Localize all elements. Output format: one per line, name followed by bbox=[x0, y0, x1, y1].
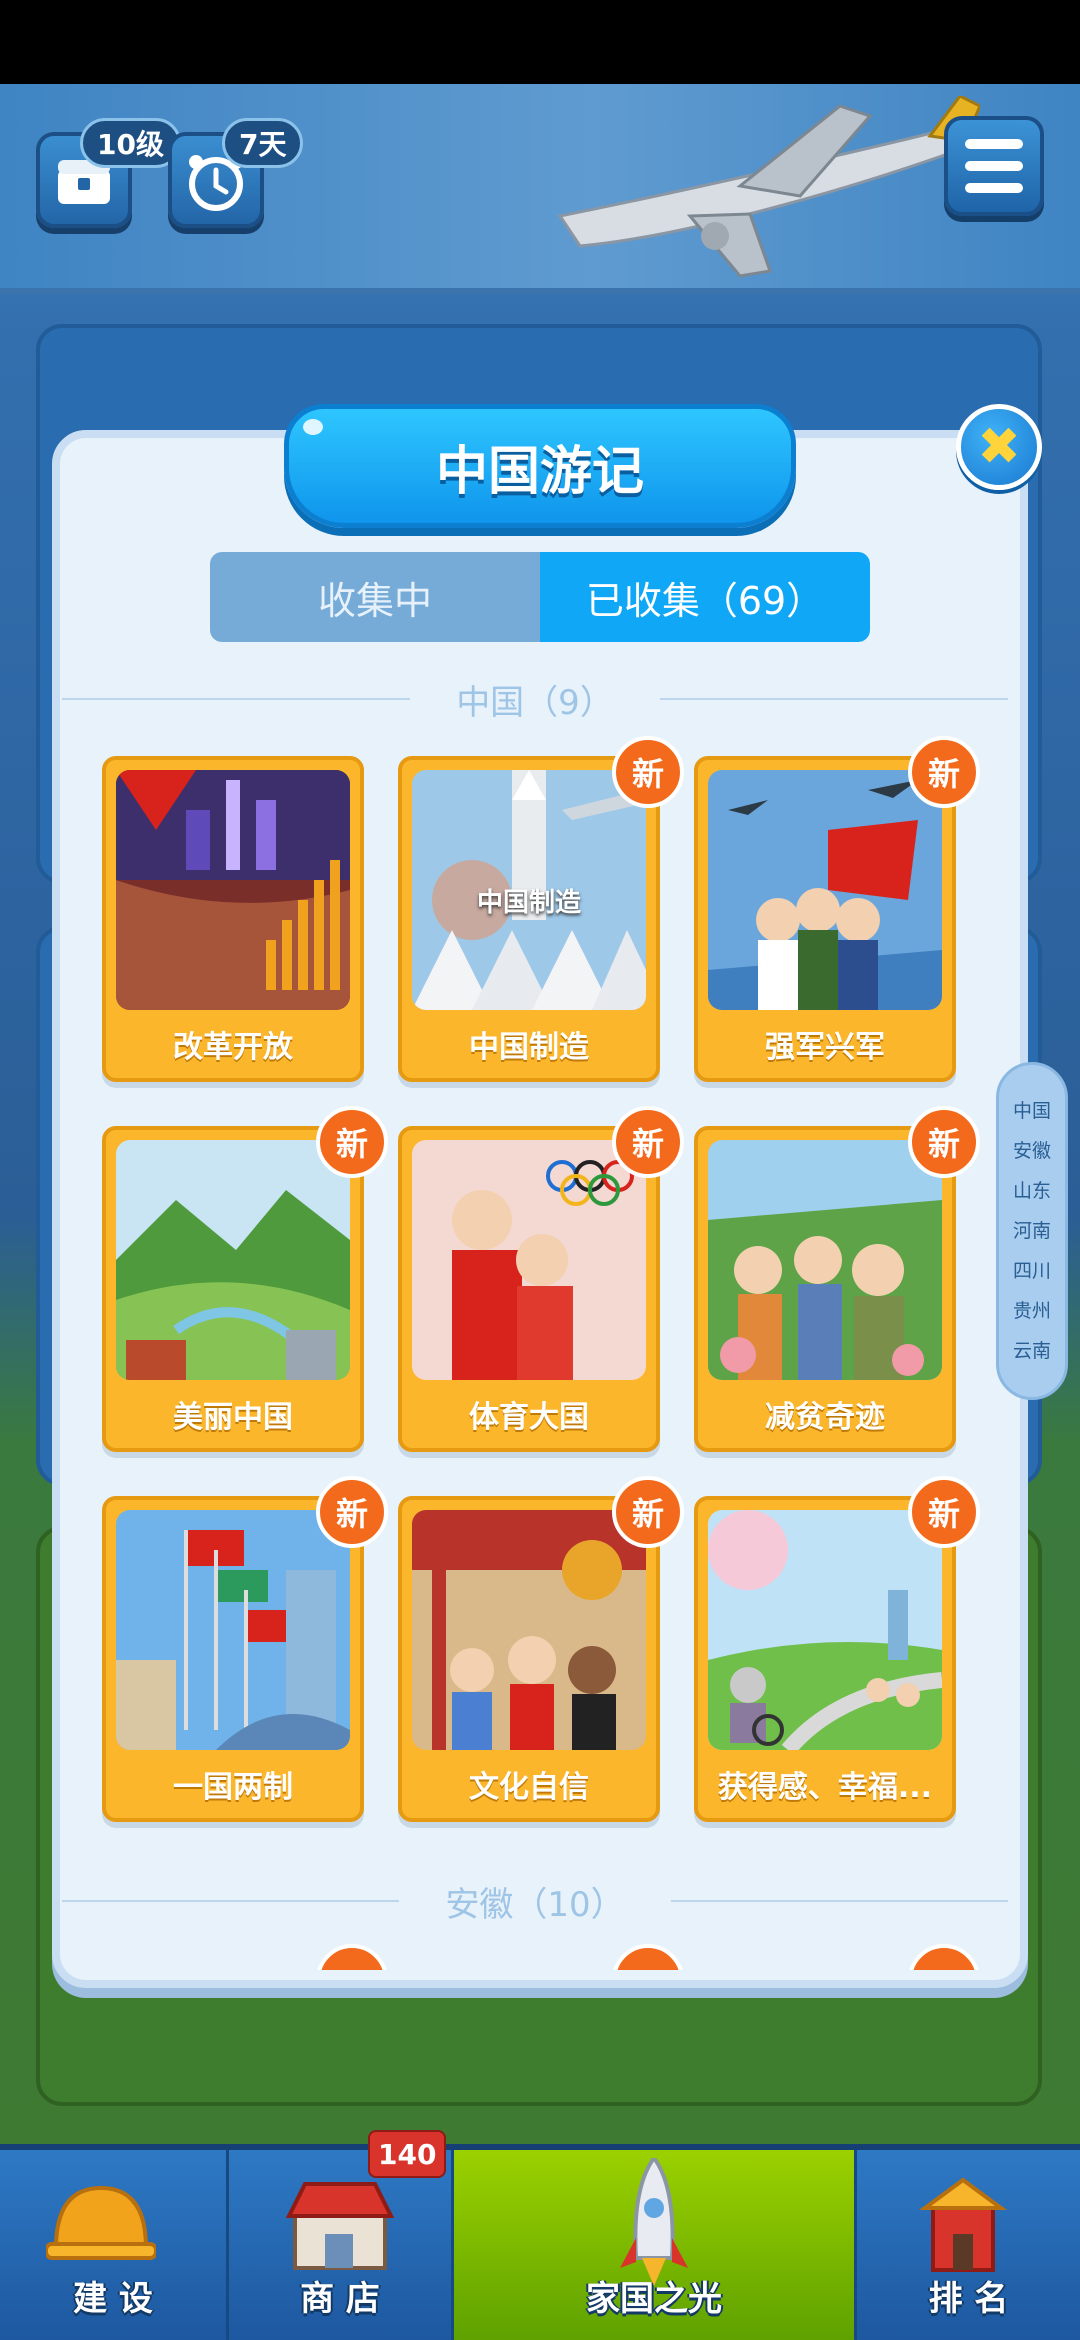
card-label: 获得感、幸福... bbox=[717, 1770, 933, 1805]
dialog-title-text: 中国游记 bbox=[435, 441, 644, 502]
shop-icon bbox=[285, 2182, 395, 2270]
collection-card[interactable]: 强军兴军 bbox=[694, 756, 956, 1082]
new-badge: 新 bbox=[316, 1476, 388, 1548]
menu-button[interactable] bbox=[944, 116, 1044, 216]
province-index: 中国 安徽 山东 河南 四川 贵州 云南 bbox=[996, 1062, 1068, 1400]
made-in-china-image: 中国制造 bbox=[412, 770, 646, 1010]
index-item-anhui[interactable]: 安徽 bbox=[1013, 1137, 1051, 1165]
dialog-title: 中国游记 bbox=[284, 404, 796, 528]
collection-card[interactable]: 获得感、幸福... bbox=[694, 1496, 956, 1822]
menu-line bbox=[965, 183, 1023, 193]
menu-line bbox=[965, 139, 1023, 149]
nav-label: 建 设 bbox=[73, 2279, 153, 2319]
close-icon: ✖ bbox=[977, 417, 1021, 477]
tab-collecting[interactable]: 收集中 bbox=[210, 552, 540, 642]
one-country-two-systems-image bbox=[116, 1510, 350, 1750]
card-label: 减贫奇迹 bbox=[765, 1400, 885, 1435]
collection-card[interactable]: 一国两制 bbox=[102, 1496, 364, 1822]
nav-ranking[interactable]: 排 名 bbox=[857, 2150, 1080, 2340]
new-badge: 新 bbox=[908, 1106, 980, 1178]
new-badge: 新 bbox=[908, 1476, 980, 1548]
beautiful-china-image bbox=[116, 1140, 350, 1380]
image-caption: 中国制造 bbox=[476, 888, 581, 918]
nav-homeland-light[interactable]: 家国之光 bbox=[454, 2150, 854, 2340]
card-label: 美丽中国 bbox=[173, 1400, 293, 1435]
nav-shop[interactable]: 商 店 bbox=[229, 2150, 451, 2340]
next-row-clip bbox=[52, 1940, 1028, 1970]
card-label: 体育大国 bbox=[469, 1400, 589, 1435]
status-bar bbox=[0, 0, 1080, 84]
menu-line bbox=[965, 161, 1023, 171]
card-label: 强军兴军 bbox=[765, 1030, 885, 1065]
strong-military-image bbox=[708, 770, 942, 1010]
collection-card[interactable]: 减贫奇迹 bbox=[694, 1126, 956, 1452]
new-badge: 新 bbox=[908, 736, 980, 808]
close-button[interactable]: ✖ bbox=[956, 404, 1042, 490]
collection-tabs: 收集中 已收集（69） bbox=[210, 552, 870, 642]
card-label: 一国两制 bbox=[173, 1770, 293, 1805]
nav-label: 排 名 bbox=[928, 2279, 1009, 2319]
index-item-shandong[interactable]: 山东 bbox=[1013, 1177, 1051, 1205]
new-badge bbox=[908, 1944, 980, 1970]
card-label: 文化自信 bbox=[469, 1770, 589, 1805]
index-item-yunnan[interactable]: 云南 bbox=[1013, 1337, 1051, 1365]
collection-card[interactable]: 改革开放 bbox=[102, 756, 364, 1082]
sports-power-image bbox=[412, 1140, 646, 1380]
nav-label: 商 店 bbox=[300, 2279, 380, 2319]
card-label: 改革开放 bbox=[173, 1030, 293, 1065]
new-badge bbox=[612, 1944, 684, 1970]
rocket-icon bbox=[620, 2158, 688, 2286]
tab-collected[interactable]: 已收集（69） bbox=[540, 552, 870, 642]
shop-count-badge: 140 bbox=[368, 2130, 447, 2178]
new-badge bbox=[316, 1944, 388, 1970]
new-badge: 新 bbox=[316, 1106, 388, 1178]
tab-label: 已收集（69） bbox=[585, 578, 825, 623]
level-badge: 10级 bbox=[80, 118, 181, 168]
tab-label: 收集中 bbox=[317, 578, 432, 623]
collection-card[interactable]: 文化自信 bbox=[398, 1496, 660, 1822]
section-header-text: 中国（9） bbox=[456, 682, 614, 723]
happiness-image bbox=[708, 1510, 942, 1750]
poverty-reduction-image bbox=[708, 1140, 942, 1380]
card-label: 中国制造 bbox=[469, 1030, 589, 1065]
collection-card[interactable]: 体育大国 bbox=[398, 1126, 660, 1452]
days-badge: 7天 bbox=[222, 118, 304, 168]
collection-card[interactable]: 美丽中国 bbox=[102, 1126, 364, 1452]
section-header-china: 中国（9） bbox=[62, 674, 1008, 724]
new-badge: 新 bbox=[612, 1476, 684, 1548]
helmet-icon bbox=[46, 2185, 156, 2260]
reform-opening-image bbox=[116, 770, 350, 1010]
new-badge: 新 bbox=[612, 1106, 684, 1178]
index-item-sichuan[interactable]: 四川 bbox=[1013, 1257, 1051, 1285]
index-item-henan[interactable]: 河南 bbox=[1013, 1217, 1051, 1245]
index-item-china[interactable]: 中国 bbox=[1013, 1097, 1051, 1125]
shine-decoration bbox=[303, 419, 323, 435]
section-header-anhui: 安徽（10） bbox=[62, 1876, 1008, 1926]
nav-build[interactable]: 建 设 bbox=[0, 2150, 226, 2340]
index-item-guizhou[interactable]: 贵州 bbox=[1013, 1297, 1051, 1325]
building-icon bbox=[918, 2177, 1008, 2272]
cultural-confidence-image bbox=[412, 1510, 646, 1750]
new-badge: 新 bbox=[612, 736, 684, 808]
section-header-text: 安徽（10） bbox=[445, 1884, 625, 1925]
bottom-navigation: 建 设 商 店 家国之光 排 名 bbox=[0, 2144, 1080, 2340]
collection-card[interactable]: 中国制造 中国制造 bbox=[398, 756, 660, 1082]
airplane-icon bbox=[557, 96, 980, 278]
